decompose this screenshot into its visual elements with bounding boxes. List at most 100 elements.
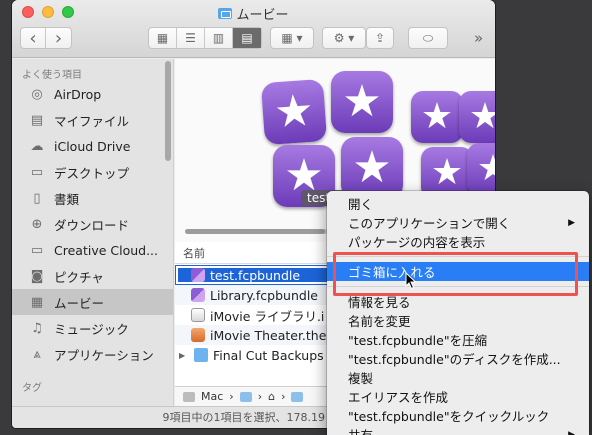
menu-item-label: "test.fcpbundle"をクイックルック [348, 409, 550, 424]
menu-item-label: 共有 [348, 425, 373, 435]
menu-item-make-alias[interactable]: エイリアスを作成 [327, 387, 589, 406]
sidebar-item-airdrop[interactable]: ◎ AirDrop [12, 81, 173, 107]
menu-item-burn-to-disc[interactable]: "test.fcpbundle"のディスクを作成... [327, 349, 589, 368]
sidebar-item-label: ムービー [54, 295, 105, 311]
sidebar-item-label: ダウンロード [54, 217, 130, 233]
star-app-icon[interactable]: ★ [341, 137, 403, 199]
home-icon[interactable]: ⌂ [268, 390, 275, 403]
title-bar: ムービー ‹ › ▦ ☰ ▥ ▤ ▦ ▾ ⚙ ▾ ⇪ ⬭ » [12, 0, 495, 58]
sidebar-item-label: iCloud Drive [54, 138, 131, 154]
folder-icon [194, 348, 208, 362]
tag-icon: ⬭ [422, 30, 434, 45]
sidebar-item-movies[interactable]: ▦ ムービー [12, 289, 173, 315]
sidebar-scrollbar[interactable] [165, 61, 171, 161]
file-name: test.fcpbundle [210, 267, 301, 283]
menu-item-rename[interactable]: 名前を変更 [327, 311, 589, 330]
airdrop-icon: ◎ [31, 86, 43, 102]
chevron-right-icon: › [257, 390, 263, 403]
window-title: ムービー [12, 4, 495, 23]
tags-button[interactable]: ⬭ [408, 27, 448, 49]
menu-item-open-with[interactable]: このアプリケーションで開く ▶ [327, 213, 589, 232]
share-icon: ⇪ [374, 31, 386, 45]
star-app-icon[interactable]: ★ [411, 91, 463, 143]
applications-icon: ⩓ [33, 346, 41, 362]
gear-icon: ⚙ ▾ [333, 31, 355, 45]
menu-item-label: エイリアスを作成 [348, 390, 449, 405]
menu-item-share[interactable]: 共有 ▶ [327, 425, 589, 435]
hard-drive-icon [183, 391, 195, 402]
sidebar-item-music[interactable]: ♫ ミュージック [12, 315, 173, 341]
download-icon: ⊕ [31, 216, 43, 232]
sidebar-item-documents[interactable]: ▯ 書類 [12, 185, 173, 211]
menu-item-move-to-trash[interactable]: ゴミ箱に入れる [327, 262, 589, 281]
submenu-arrow-icon: ▶ [568, 429, 575, 435]
menu-item-label: パッケージの内容を表示 [348, 235, 486, 250]
star-app-icon[interactable]: ★ [467, 143, 495, 195]
arrange-button[interactable]: ▦ ▾ [270, 27, 314, 49]
menu-item-label: "test.fcpbundle"のディスクを作成... [348, 352, 561, 367]
star-app-icon[interactable]: ★ [260, 78, 328, 146]
sidebar-item-label: 書類 [54, 191, 80, 207]
sidebar-item-all-files[interactable]: ▤ マイファイル [12, 107, 173, 133]
menu-item-duplicate[interactable]: 複製 [327, 368, 589, 387]
menu-item-get-info[interactable]: 情報を見る [327, 292, 589, 311]
toolbar-overflow-button[interactable]: » [474, 29, 483, 47]
folder-icon[interactable] [239, 391, 252, 402]
coverflow-view-icon[interactable]: ▤ [233, 28, 261, 48]
cloud-icon: ☁ [30, 138, 44, 154]
sidebar-item-applications[interactable]: ⩓ アプリケーション [12, 341, 173, 367]
action-button[interactable]: ⚙ ▾ [322, 27, 366, 49]
menu-item-open[interactable]: 開く [327, 194, 589, 213]
star-app-icon[interactable]: ★ [459, 91, 495, 143]
menu-item-label: このアプリケーションで開く [348, 216, 511, 231]
nav-buttons: ‹ › [20, 27, 72, 49]
file-name: iMovie ライブラリ.i [210, 308, 325, 324]
sidebar-section-tags: タグ [22, 383, 42, 394]
sidebar-item-label: マイファイル [54, 113, 130, 129]
column-view-icon[interactable]: ▥ [205, 28, 233, 48]
submenu-arrow-icon: ▶ [568, 217, 575, 228]
list-view-icon[interactable]: ☰ [177, 28, 205, 48]
context-menu: 開く このアプリケーションで開く ▶ パッケージの内容を表示 ゴミ箱に入れる 情… [327, 191, 589, 435]
movies-folder-icon [218, 8, 233, 19]
file-name: iMovie Theater.the [210, 327, 327, 343]
arrange-icon: ▦ ▾ [281, 31, 303, 45]
star-app-icon[interactable]: ★ [331, 71, 393, 133]
icon-view-icon[interactable]: ▦ [149, 28, 177, 48]
folder-icon[interactable] [291, 391, 304, 402]
menu-item-label: 情報を見る [348, 295, 411, 310]
menu-separator [327, 286, 589, 287]
file-name: Final Cut Backups [213, 347, 324, 363]
document-icon: ▯ [33, 190, 41, 206]
menu-item-label: "test.fcpbundle"を圧縮 [348, 333, 488, 348]
menu-item-show-package-contents[interactable]: パッケージの内容を表示 [327, 232, 589, 251]
menu-separator [327, 256, 589, 257]
sidebar-item-downloads[interactable]: ⊕ ダウンロード [12, 211, 173, 237]
back-button[interactable]: ‹ [21, 28, 47, 49]
file-name: Library.fcpbundle [210, 287, 318, 303]
chevron-right-icon: › [229, 390, 234, 403]
film-icon: ▦ [30, 294, 44, 310]
sidebar-item-desktop[interactable]: ▭ デスクトップ [12, 159, 173, 185]
imovie-library-icon [191, 308, 205, 322]
share-button[interactable]: ⇪ [366, 27, 394, 49]
forward-button[interactable]: › [46, 28, 71, 49]
sidebar-section-favorites: よく使う項目 [22, 70, 82, 81]
music-icon: ♫ [31, 320, 43, 336]
sidebar-item-creative-cloud[interactable]: ▭ Creative Cloud... [12, 237, 173, 263]
disclosure-triangle-icon[interactable]: ▶ [179, 351, 189, 360]
sidebar-item-pictures[interactable]: ◙ ピクチャ [12, 263, 173, 289]
menu-item-compress[interactable]: "test.fcpbundle"を圧縮 [327, 330, 589, 349]
sidebar-item-label: Creative Cloud... [54, 242, 159, 258]
fcpbundle-icon [191, 288, 205, 302]
menu-item-quick-look[interactable]: "test.fcpbundle"をクイックルック [327, 406, 589, 425]
sidebar: よく使う項目 ◎ AirDrop ▤ マイファイル ☁ iCloud Drive… [12, 59, 174, 406]
toolbar: ‹ › ▦ ☰ ▥ ▤ ▦ ▾ ⚙ ▾ ⇪ ⬭ » [12, 27, 495, 51]
path-segment[interactable]: Mac [201, 390, 223, 403]
sidebar-item-label: デスクトップ [54, 165, 130, 181]
menu-item-label: 名前を変更 [348, 314, 411, 329]
sidebar-item-label: AirDrop [54, 86, 102, 102]
folder-icon: ▭ [30, 242, 44, 258]
sidebar-item-label: アプリケーション [54, 347, 154, 363]
sidebar-item-icloud[interactable]: ☁ iCloud Drive [12, 133, 173, 159]
